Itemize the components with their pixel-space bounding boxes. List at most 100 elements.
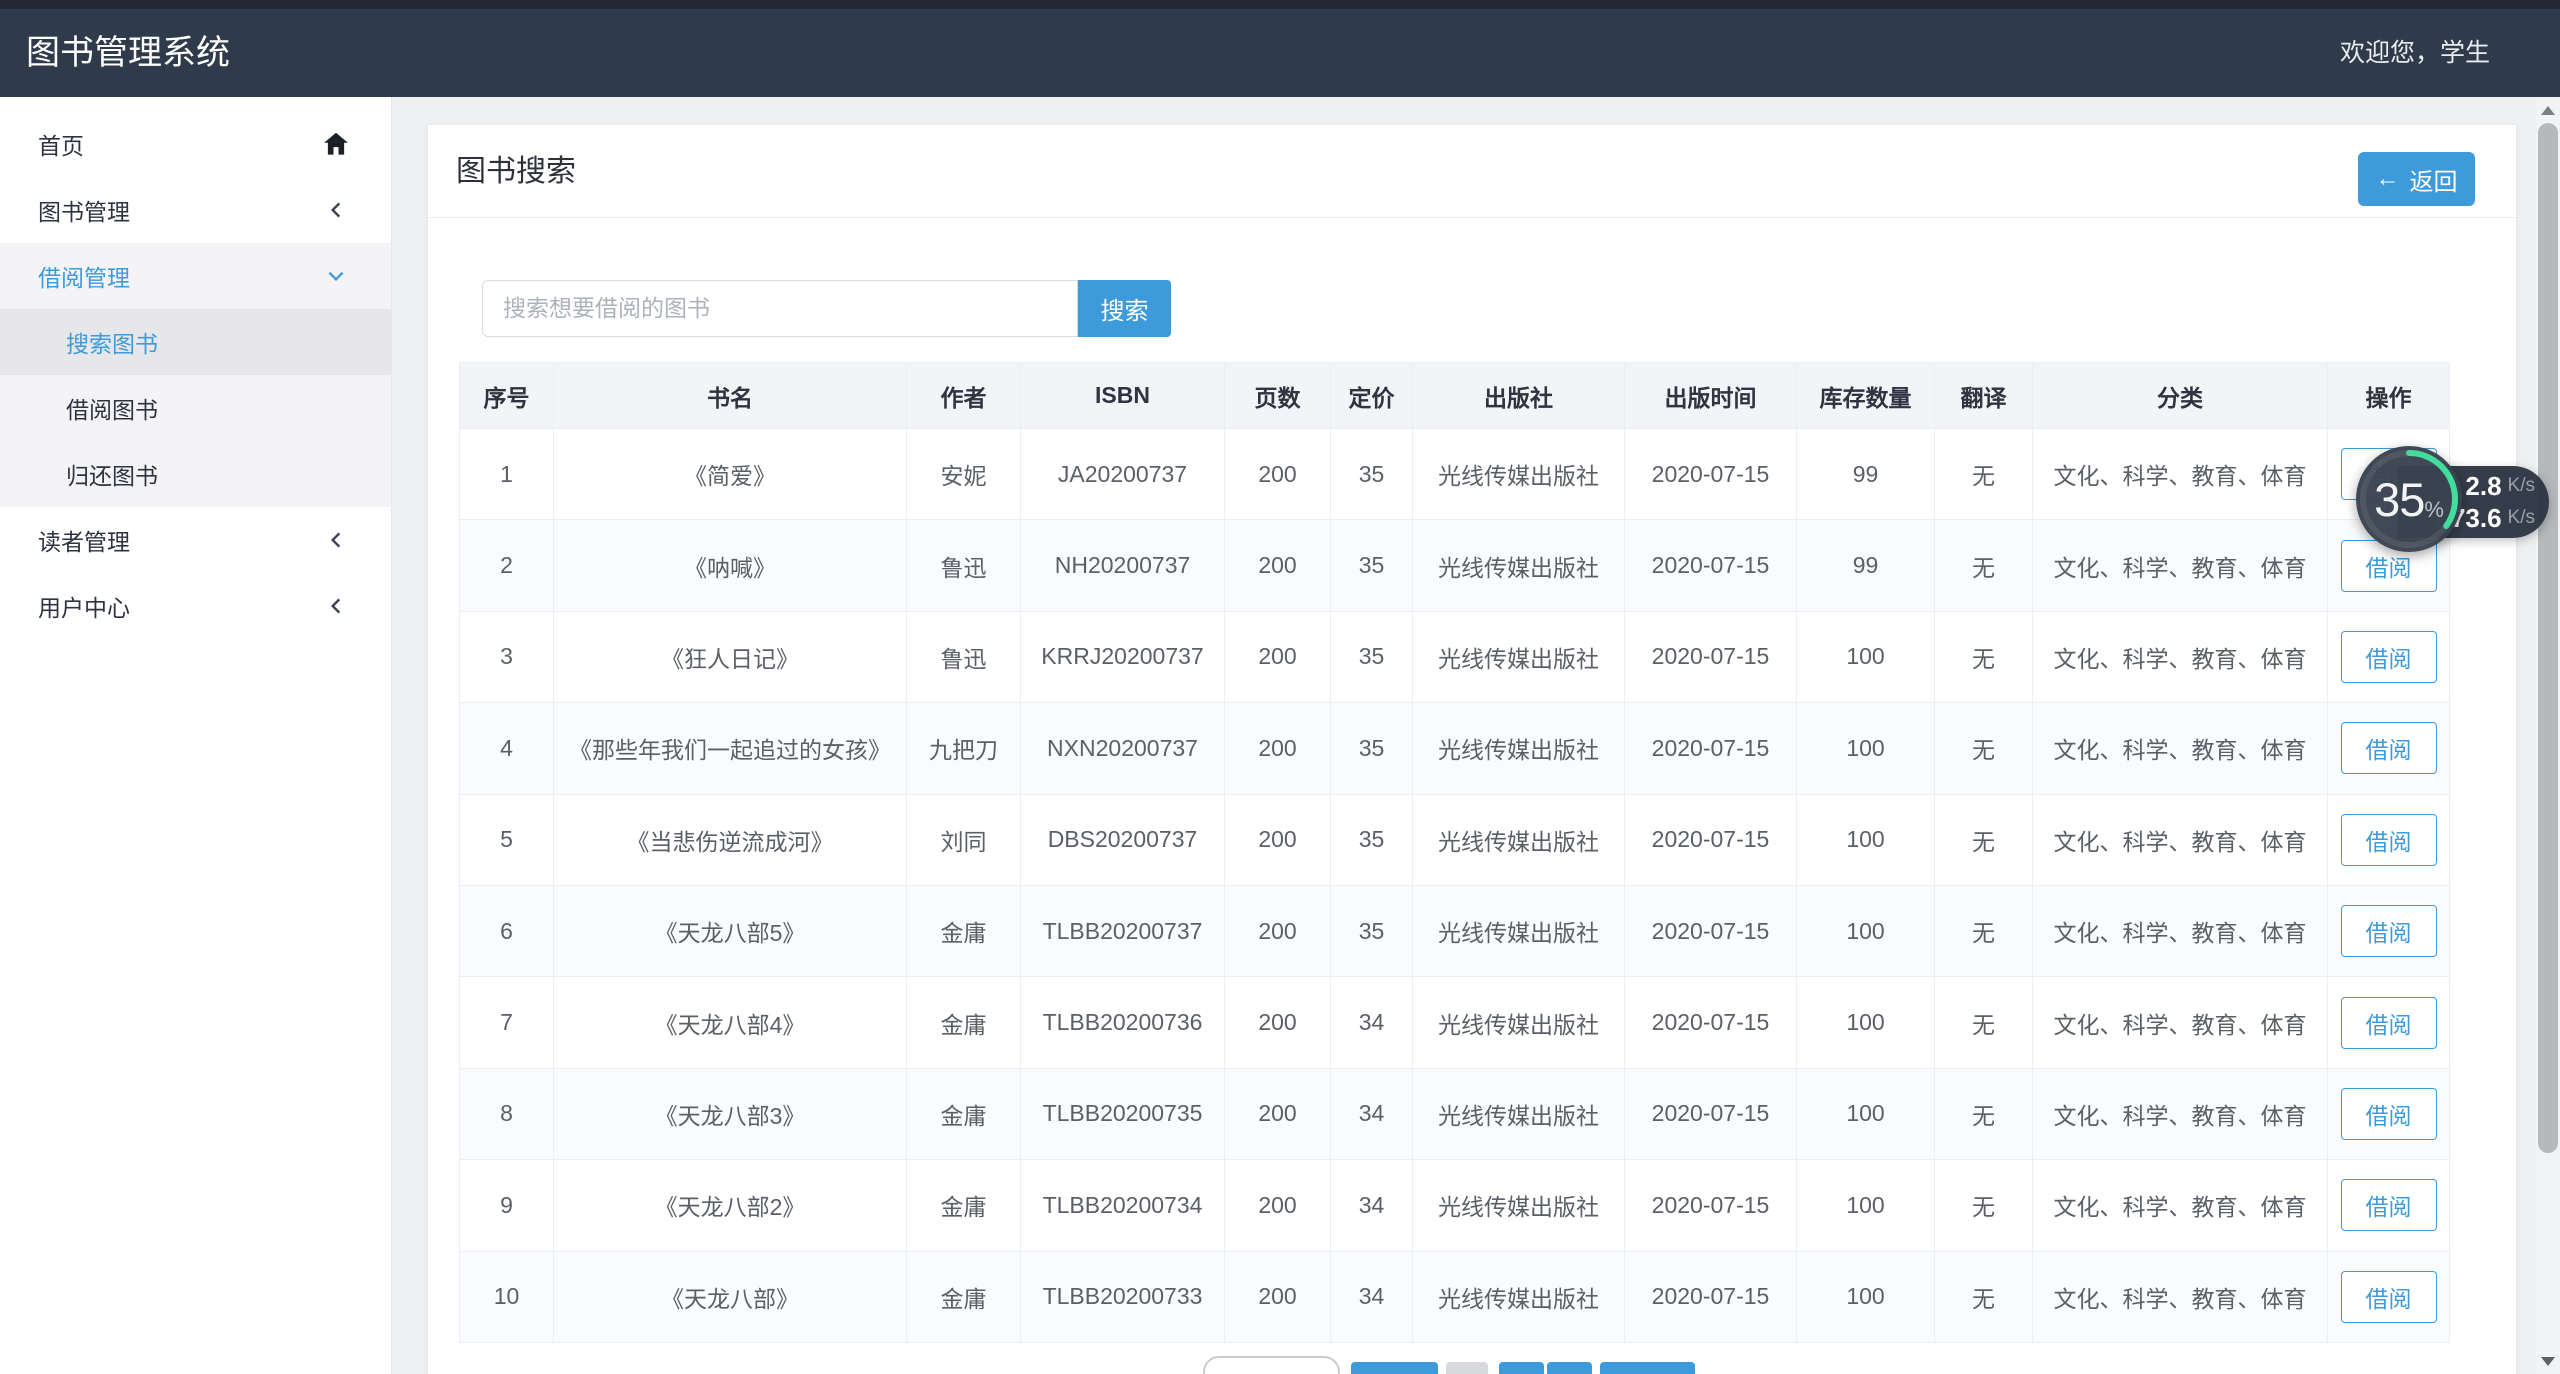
borrow-button[interactable]: 借阅 xyxy=(2340,722,2437,775)
table-cell: 2020-07-15 xyxy=(1625,794,1797,886)
borrow-button[interactable]: 借阅 xyxy=(2340,1087,2437,1140)
table-cell: 200 xyxy=(1225,885,1331,978)
table-cell: DBS20200737 xyxy=(1021,794,1225,886)
table-cell: TLBB20200733 xyxy=(1021,1251,1225,1343)
sidebar-item-return-books[interactable]: 归还图书 xyxy=(0,441,391,507)
scrollbar[interactable] xyxy=(2536,97,2560,1374)
table-cell: 4 xyxy=(460,703,554,795)
sidebar-item-label: 归还图书 xyxy=(66,463,158,489)
pagination-button[interactable] xyxy=(1351,1362,1438,1374)
table-cell: 借阅 xyxy=(2328,1068,2450,1161)
pagination-button[interactable] xyxy=(1446,1362,1488,1374)
sidebar-item-user-center[interactable]: 用户中心 xyxy=(0,573,391,639)
table-cell: 光线传媒出版社 xyxy=(1413,703,1625,795)
table-cell: NXN20200737 xyxy=(1021,703,1225,795)
borrow-button[interactable]: 借阅 xyxy=(2340,1270,2437,1323)
table-cell: 光线传媒出版社 xyxy=(1413,1251,1625,1343)
scrollbar-up-arrow-icon[interactable] xyxy=(2541,106,2555,115)
table-cell: 10 xyxy=(460,1251,554,1343)
column-header: 页数 xyxy=(1225,363,1331,429)
table-cell: 《当悲伤逆流成河》 xyxy=(554,794,907,886)
table-cell: 99 xyxy=(1797,429,1935,521)
back-button-label: 返回 xyxy=(2409,168,2458,196)
sidebar-item-home[interactable]: 首页 xyxy=(0,111,391,177)
table-row: 9 《天龙八部2》 金庸 TLBB20200734 200 34 光线传媒出版社… xyxy=(460,1160,2450,1252)
table-cell: 2020-07-15 xyxy=(1625,611,1797,704)
table-cell: 《简爱》 xyxy=(554,429,907,521)
table-cell: 借阅 xyxy=(2328,611,2450,704)
table-cell: 无 xyxy=(1935,429,2033,521)
table-cell: 100 xyxy=(1797,1068,1935,1161)
table-cell: 5 xyxy=(460,794,554,886)
table-cell: JA20200737 xyxy=(1021,429,1225,521)
table-cell: 200 xyxy=(1225,520,1331,612)
table-cell: 100 xyxy=(1797,977,1935,1069)
books-table: 序号 书名 作者 ISBN 页数 定价 出版社 出版时间 库存数量 翻译 分类 … xyxy=(459,362,2450,1343)
table-cell: 《天龙八部》 xyxy=(554,1251,907,1343)
sidebar-item-search-books[interactable]: 搜索图书 xyxy=(0,309,391,375)
table-cell: 2020-07-15 xyxy=(1625,977,1797,1069)
card-header: 图书搜索 ← 返回 xyxy=(428,125,2516,218)
table-cell: 35 xyxy=(1331,429,1413,521)
download-speed-row: ↓ 73.6 K/s xyxy=(2433,502,2535,534)
sidebar-item-reader-management[interactable]: 读者管理 xyxy=(0,507,391,573)
column-header: ISBN xyxy=(1021,363,1225,429)
scrollbar-down-arrow-icon[interactable] xyxy=(2541,1357,2555,1366)
table-cell: 借阅 xyxy=(2328,794,2450,886)
pagination-page-size-select[interactable] xyxy=(1203,1356,1340,1374)
pagination-button[interactable] xyxy=(1547,1362,1592,1374)
table-cell: 光线传媒出版社 xyxy=(1413,1160,1625,1252)
table-cell: 金庸 xyxy=(907,885,1021,978)
column-header: 作者 xyxy=(907,363,1021,429)
borrow-button[interactable]: 借阅 xyxy=(2340,813,2437,866)
column-header: 操作 xyxy=(2328,363,2450,429)
chevron-down-icon xyxy=(321,261,351,291)
table-cell: 借阅 xyxy=(2328,885,2450,978)
progress-arc-icon xyxy=(2360,450,2458,548)
sidebar-item-label: 搜索图书 xyxy=(66,331,158,357)
table-cell: 8 xyxy=(460,1068,554,1161)
welcome-text: 欢迎您，学生 xyxy=(2339,39,2490,67)
borrow-button[interactable]: 借阅 xyxy=(2340,905,2437,958)
table-cell: 200 xyxy=(1225,429,1331,521)
table-cell: 9 xyxy=(460,1160,554,1252)
upload-speed-unit: K/s xyxy=(2507,475,2535,496)
borrow-button[interactable]: 借阅 xyxy=(2340,630,2437,683)
table-cell: 200 xyxy=(1225,1160,1331,1252)
table-cell: 34 xyxy=(1331,1160,1413,1252)
upload-speed-value: 2.8 xyxy=(2465,470,2502,501)
sidebar-item-borrow-management[interactable]: 借阅管理 xyxy=(0,243,391,309)
sidebar-item-book-management[interactable]: 图书管理 xyxy=(0,177,391,243)
search-button[interactable]: 搜索 xyxy=(1078,280,1171,337)
table-cell: 九把刀 xyxy=(907,703,1021,795)
table-cell: 无 xyxy=(1935,611,2033,704)
table-cell: 6 xyxy=(460,885,554,978)
back-button[interactable]: ← 返回 xyxy=(2358,152,2475,206)
table-cell: 无 xyxy=(1935,885,2033,978)
table-cell: 《天龙八部2》 xyxy=(554,1160,907,1252)
borrow-button[interactable]: 借阅 xyxy=(2340,1179,2437,1232)
table-header-row: 序号 书名 作者 ISBN 页数 定价 出版社 出版时间 库存数量 翻译 分类 … xyxy=(460,363,2450,429)
table-cell: KRRJ20200737 xyxy=(1021,611,1225,704)
table-cell: 《狂人日记》 xyxy=(554,611,907,704)
borrow-button[interactable]: 借阅 xyxy=(2340,996,2437,1049)
table-cell: 无 xyxy=(1935,520,2033,612)
table-cell: 借阅 xyxy=(2328,1251,2450,1343)
scrollbar-thumb[interactable] xyxy=(2538,123,2558,1153)
pagination-button[interactable] xyxy=(1499,1362,1544,1374)
table-cell: 100 xyxy=(1797,794,1935,886)
table-cell: 金庸 xyxy=(907,977,1021,1069)
table-cell: TLBB20200737 xyxy=(1021,885,1225,978)
table-cell: 2020-07-15 xyxy=(1625,885,1797,978)
table-cell: TLBB20200734 xyxy=(1021,1160,1225,1252)
table-cell: 100 xyxy=(1797,1251,1935,1343)
table-cell: NH20200737 xyxy=(1021,520,1225,612)
table-cell: 34 xyxy=(1331,977,1413,1069)
table-cell: 2020-07-15 xyxy=(1625,520,1797,612)
search-input[interactable] xyxy=(482,280,1078,337)
table-cell: 文化、科学、教育、体育 xyxy=(2033,520,2328,612)
sidebar-item-borrow-books[interactable]: 借阅图书 xyxy=(0,375,391,441)
network-monitor-ball[interactable]: 35 % xyxy=(2356,446,2462,552)
table-row: 10 《天龙八部》 金庸 TLBB20200733 200 34 光线传媒出版社… xyxy=(460,1251,2450,1343)
pagination-button[interactable] xyxy=(1600,1362,1695,1374)
